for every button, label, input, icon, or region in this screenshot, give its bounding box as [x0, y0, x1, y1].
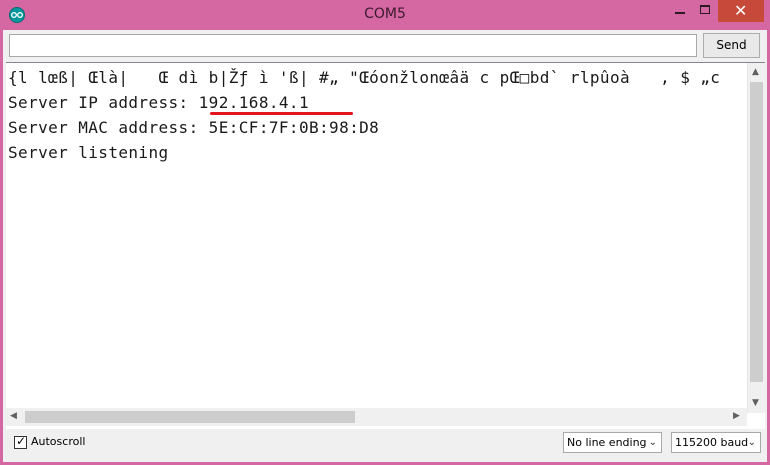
send-input[interactable]: [9, 34, 697, 57]
line-ending-select[interactable]: No line ending ⌄: [563, 432, 662, 453]
window-title: COM5: [364, 6, 406, 22]
maximize-icon: [700, 5, 710, 14]
line-ending-value: No line ending: [567, 436, 647, 449]
serial-output[interactable]: {l lœß| Œlà| Œ dì b|Žƒ ì 'ß| #„ "Œóonžlo…: [6, 62, 765, 429]
close-icon: ✕: [734, 1, 748, 20]
checkmark-icon: ✓: [16, 434, 27, 448]
client-area: Send {l lœß| Œlà| Œ dì b|Žƒ ì 'ß| #„ "Œó…: [3, 30, 767, 462]
close-button[interactable]: ✕: [718, 0, 764, 22]
chevron-down-icon: ⌄: [648, 437, 657, 448]
minimize-button[interactable]: [666, 0, 692, 22]
scroll-right-icon[interactable]: ▶: [733, 411, 740, 421]
maximize-button[interactable]: [692, 0, 718, 22]
scroll-up-icon[interactable]: ▲: [752, 67, 759, 77]
scroll-down-icon[interactable]: ▼: [752, 398, 759, 408]
vertical-scrollbar[interactable]: ▲ ▼: [747, 63, 765, 413]
chevron-down-icon: ⌄: [747, 437, 756, 448]
title-bar[interactable]: COM5 ✕: [0, 0, 770, 30]
output-line: Server MAC address: 5E:CF:7F:0B:98:D8: [8, 118, 380, 137]
autoscroll-label[interactable]: Autoscroll: [31, 435, 85, 448]
baud-rate-select[interactable]: 115200 baud ⌄: [671, 432, 761, 453]
send-button[interactable]: Send: [703, 33, 760, 58]
autoscroll-checkbox[interactable]: ✓: [14, 434, 27, 449]
horizontal-scrollbar[interactable]: ◀ ▶: [6, 408, 747, 426]
output-line: Server listening: [8, 143, 169, 162]
output-line: Server IP address: 192.168.4.1: [8, 93, 309, 112]
horizontal-scroll-thumb[interactable]: [25, 411, 355, 423]
baud-rate-value: 115200 baud: [675, 436, 749, 449]
status-bar: ✓ Autoscroll No line ending ⌄ 115200 bau…: [3, 430, 767, 462]
output-line: {l lœß| Œlà| Œ dì b|Žƒ ì 'ß| #„ "Œóonžlo…: [8, 68, 721, 87]
scroll-left-icon[interactable]: ◀: [10, 411, 17, 421]
ip-highlight-underline: [210, 112, 353, 115]
minimize-icon: [675, 12, 685, 14]
serial-monitor-window: COM5 ✕ Send {l lœß| Œlà| Œ dì b|Žƒ ì 'ß|…: [0, 0, 770, 465]
vertical-scroll-thumb[interactable]: [750, 82, 763, 382]
